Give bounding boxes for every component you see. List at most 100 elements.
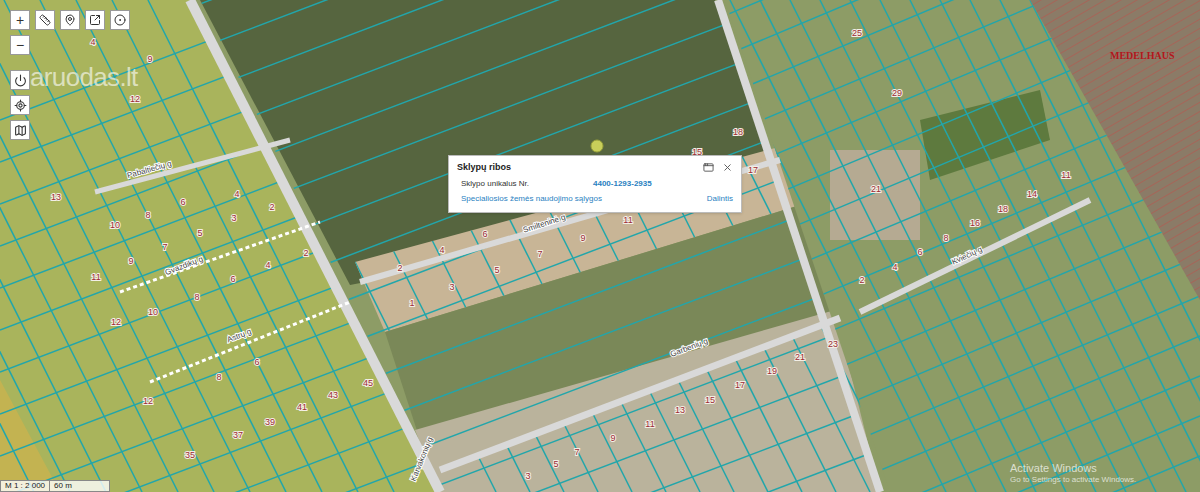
parcel-number[interactable]: 8 [943,233,948,243]
window-icon[interactable] [703,162,714,173]
map-canvas[interactable]: Pabaltiečių gGvazdikų gAstrų gSmilteninė… [0,0,1200,492]
location-marker-icon[interactable] [591,140,603,152]
parcel-number[interactable]: 4 [234,189,239,199]
parcel-number[interactable]: 23 [828,339,838,349]
parcel-number[interactable]: 29 [892,88,902,98]
parcel-number[interactable]: 21 [795,352,805,362]
parcel-number[interactable]: 7 [574,447,579,457]
record-button[interactable] [110,10,130,30]
pin-button[interactable] [60,10,80,30]
parcel-boundary [0,56,1200,492]
parcel-number[interactable]: 5 [494,265,499,275]
parcel-boundary [0,0,1200,388]
country-extent-button[interactable] [10,120,30,140]
parcel-boundary [700,0,946,492]
parcel-number[interactable]: 11 [623,215,632,225]
parcel-boundary [0,416,1200,492]
parcel-number[interactable]: 2 [859,275,864,285]
parcel-number[interactable]: 9 [128,256,133,266]
parcel-boundary [0,0,214,492]
os-activation-notice: Activate WindowsGo to Settings to activa… [1010,462,1136,485]
parcel-number[interactable]: 35 [185,450,195,460]
parcel-number[interactable]: 6 [482,229,487,239]
parcel-boundary [400,0,646,492]
parcel-number[interactable]: 4 [90,37,95,47]
parcel-number[interactable]: 18 [733,127,743,137]
parcel-number[interactable]: 5 [553,459,558,469]
parcel-number[interactable]: 9 [147,54,152,64]
share-link[interactable]: Dalintis [707,193,733,205]
parcel-id[interactable]: 4400-1293-2935 [593,178,652,190]
parcel-number[interactable]: 4 [892,262,897,272]
parcel-number[interactable]: 7 [537,249,542,259]
orientation-button[interactable] [10,70,30,90]
measure-button[interactable] [35,10,55,30]
parcel-number[interactable]: 2 [269,202,274,212]
parcel-number[interactable]: 6 [917,247,922,257]
parcel-boundary [522,0,768,492]
parcel-number[interactable]: 12 [130,94,140,104]
parcel-number[interactable]: 37 [233,430,243,440]
parcel-boundary [970,0,1200,492]
popup-label: Sklypo unikalus Nr. [461,178,593,190]
street-label: Astrų g [226,327,253,344]
close-icon[interactable] [722,162,733,173]
zoom-out-button[interactable]: − [10,35,30,55]
parcel-number[interactable]: 17 [735,380,745,390]
parcel-number[interactable]: 11 [1061,170,1070,180]
parcel-number[interactable]: 4 [265,260,270,270]
parcel-number[interactable]: 43 [328,390,338,400]
parcel-number[interactable]: 1 [409,298,414,308]
parcel-number[interactable]: 5 [197,228,202,238]
road [150,302,350,382]
conditions-link[interactable]: Specialiosios žemės naudojimo sąlygos [461,193,602,205]
parcel-number[interactable]: 45 [363,378,373,388]
parcel-number[interactable]: 6 [180,197,185,207]
parcel-number[interactable]: 10 [148,307,158,317]
parcel-number[interactable]: 16 [970,218,980,228]
parcel-number[interactable]: 41 [297,402,307,412]
parcel-number[interactable]: 2 [397,263,402,273]
road [120,222,320,292]
parcel-boundary [0,0,1200,432]
notice-title: Activate Windows [1010,462,1136,475]
parcel-number[interactable]: 11 [645,419,654,429]
parcel-number[interactable]: 17 [748,165,758,175]
parcel-number[interactable]: 14 [1027,189,1037,199]
parcel-number[interactable]: 10 [110,220,120,230]
pin-icon [64,14,76,26]
parcel-number[interactable]: 19 [767,366,777,376]
parcel-boundary [180,0,426,492]
export-icon [89,14,101,26]
export-button[interactable] [85,10,105,30]
parcel-number[interactable]: 21 [871,184,881,194]
parcel-boundary [658,0,904,492]
parcel-boundary [0,152,1200,492]
parcel-number[interactable]: 18 [998,204,1008,214]
parcel-number[interactable]: 12 [143,396,153,406]
parcel-number[interactable]: 7 [162,242,167,252]
parcel-number[interactable]: 3 [449,282,454,292]
parcel-number[interactable]: 3 [525,471,530,481]
zoom-in-button[interactable]: + [10,10,30,30]
parcel-number[interactable]: 13 [51,192,61,202]
parcel-number[interactable]: 8 [216,372,221,382]
parcel-number[interactable]: 6 [254,357,259,367]
parcel-number[interactable]: 8 [194,292,199,302]
parcel-number[interactable]: 9 [610,433,615,443]
parcel-number[interactable]: 12 [111,317,121,327]
parcel-number[interactable]: 9 [580,233,585,243]
locate-button[interactable] [10,95,30,115]
parcel-number[interactable]: 8 [145,210,150,220]
parcel-boundary [0,176,1200,492]
parcel-number[interactable]: 6 [230,274,235,284]
parcel-number[interactable]: 13 [675,405,685,415]
parcel-number[interactable]: 11 [91,272,100,282]
parcel-number[interactable]: 4 [439,245,444,255]
parcel-boundary [0,0,1200,456]
parcel-number[interactable]: 2 [303,248,308,258]
parcel-number[interactable]: 15 [705,395,715,405]
parcel-number[interactable]: 3 [231,213,236,223]
parcel-number[interactable]: 25 [852,28,862,38]
parcel-number[interactable]: 39 [265,417,275,427]
